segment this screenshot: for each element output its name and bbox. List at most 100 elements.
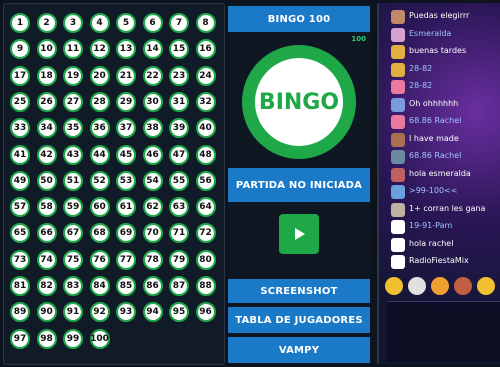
- bingo-ball-32: 32: [195, 91, 216, 112]
- avatar[interactable]: [391, 220, 405, 234]
- avatar[interactable]: [391, 27, 405, 42]
- bingo-ball-73: 73: [10, 249, 30, 270]
- avatar[interactable]: [391, 62, 405, 77]
- bingo-ball-29: 29: [116, 91, 136, 112]
- bingo-ball-47: 47: [169, 144, 189, 165]
- bingo-ball-86: 86: [142, 276, 163, 296]
- bingo-ball-30: 30: [142, 91, 163, 112]
- bingo-ball-45: 45: [116, 144, 136, 165]
- bingo-ball-14: 14: [142, 39, 163, 60]
- chat-message: RadioFiestaMix: [379, 252, 500, 272]
- bingo-ball-67: 67: [63, 223, 83, 244]
- emoji-reaction-icon[interactable]: [454, 277, 472, 295]
- bingo-ball-6: 6: [142, 13, 163, 33]
- avatar[interactable]: [391, 80, 405, 94]
- bingo-ball-50: 50: [36, 170, 57, 191]
- bingo-ball-51: 51: [63, 170, 83, 191]
- bingo-ball-99: 99: [63, 328, 83, 349]
- bingo-ball-42: 42: [36, 144, 57, 165]
- bingo-ball-89: 89: [10, 302, 30, 323]
- bingo-ball-5: 5: [116, 13, 136, 33]
- avatar[interactable]: [391, 167, 405, 182]
- avatar[interactable]: [391, 237, 405, 252]
- bingo-ball-63: 63: [169, 197, 189, 218]
- bingo-ball-4: 4: [89, 13, 110, 33]
- bingo-ball-16: 16: [195, 39, 216, 60]
- bingo-ball-65: 65: [10, 223, 30, 244]
- vampy-button[interactable]: VAMPY: [228, 337, 370, 363]
- bingo-ball-75: 75: [63, 249, 83, 270]
- bingo-ball-85: 85: [116, 276, 136, 296]
- chat-text: Puedas elegirrr: [409, 11, 470, 20]
- avatar[interactable]: [391, 202, 405, 217]
- bingo-ball-92: 92: [89, 302, 110, 323]
- bingo-ball-97: 97: [10, 328, 30, 349]
- control-panel: BINGO 100 100 BINGO PARTIDA NO INICIADA …: [228, 3, 370, 363]
- chat-text: I have made: [409, 133, 459, 143]
- players-table-button[interactable]: TABLA DE JUGADORES: [228, 307, 370, 333]
- bingo-ball-72: 72: [195, 223, 216, 244]
- bingo-ball-57: 57: [10, 197, 30, 218]
- bingo-ball-39: 39: [169, 118, 189, 139]
- bingo-ball-91: 91: [63, 302, 83, 323]
- bingo-ball-84: 84: [89, 276, 110, 296]
- bingo-ball-18: 18: [36, 65, 57, 86]
- bingo-ball-62: 62: [142, 197, 163, 218]
- bingo-ball-40: 40: [195, 118, 216, 139]
- avatar[interactable]: [391, 115, 405, 129]
- chat-text: buenas tardes: [409, 46, 467, 55]
- chat-username: 68.86 Rachel: [409, 116, 462, 125]
- bingo-ball-25: 25: [10, 91, 30, 112]
- bingo-ball-82: 82: [36, 276, 57, 296]
- avatar[interactable]: [391, 255, 405, 269]
- avatar[interactable]: [391, 132, 405, 147]
- bingo-logo-ring: BINGO: [242, 45, 356, 159]
- bingo-ball-56: 56: [195, 170, 216, 191]
- bingo-ball-8: 8: [195, 13, 216, 33]
- chat-username: 68.86 Rachel: [409, 151, 462, 160]
- chat-input[interactable]: [387, 301, 500, 362]
- bingo-ball-98: 98: [36, 328, 57, 349]
- bingo-ball-52: 52: [89, 170, 110, 191]
- emoji-reaction-icon[interactable]: [408, 277, 426, 295]
- emoji-reaction-icon[interactable]: [385, 277, 403, 295]
- bingo-ball-53: 53: [116, 170, 136, 191]
- bingo-ball-94: 94: [142, 302, 163, 323]
- chat-panel: Puedas elegirrr Esmeralda buenas tardes 28-…: [377, 3, 500, 364]
- play-button[interactable]: [279, 214, 319, 254]
- bingo-board: 1 2 3 4 5 6 7 8 9 10 11 12 13 14 15 16 17 18 19 20 21 22 23 24 2…: [3, 3, 225, 365]
- bingo-ball-79: 79: [169, 249, 189, 270]
- bingo-100-button[interactable]: BINGO 100: [228, 6, 370, 32]
- bingo-ball-58: 58: [36, 197, 57, 218]
- bingo-ball-28: 28: [89, 91, 110, 112]
- bingo-ball-11: 11: [63, 39, 83, 60]
- chat-text: hola esmeralda: [409, 168, 471, 178]
- chat-username: 19-91-Pam: [409, 221, 453, 230]
- bingo-ball-74: 74: [36, 249, 57, 270]
- bingo-ball-9: 9: [10, 39, 30, 60]
- avatar[interactable]: [391, 10, 405, 24]
- bingo-ball-44: 44: [89, 144, 110, 165]
- avatar[interactable]: [391, 45, 405, 59]
- bingo-ball-87: 87: [169, 276, 189, 296]
- avatar[interactable]: [391, 97, 405, 112]
- avatar[interactable]: [391, 185, 405, 199]
- bingo-ball-69: 69: [116, 223, 136, 244]
- bingo-ball-41: 41: [10, 144, 30, 165]
- bingo-ball-71: 71: [169, 223, 189, 244]
- emoji-reaction-icon[interactable]: [477, 277, 495, 295]
- bingo-ball-54: 54: [142, 170, 163, 191]
- bingo-ball-81: 81: [10, 276, 30, 296]
- bingo-ball-37: 37: [116, 118, 136, 139]
- bingo-ball-38: 38: [142, 118, 163, 139]
- bingo-ball-13: 13: [116, 39, 136, 60]
- match-status-button[interactable]: PARTIDA NO INICIADA: [228, 168, 370, 202]
- emoji-reaction-icon[interactable]: [431, 277, 449, 295]
- avatar[interactable]: [391, 150, 405, 164]
- bingo-ball-88: 88: [195, 276, 216, 296]
- bingo-ball-43: 43: [63, 144, 83, 165]
- screenshot-button[interactable]: SCREENSHOT: [228, 279, 370, 303]
- bingo-ball-59: 59: [63, 197, 83, 218]
- chat-text: Oh ohhhhhh: [409, 98, 459, 108]
- bingo-ball-68: 68: [89, 223, 110, 244]
